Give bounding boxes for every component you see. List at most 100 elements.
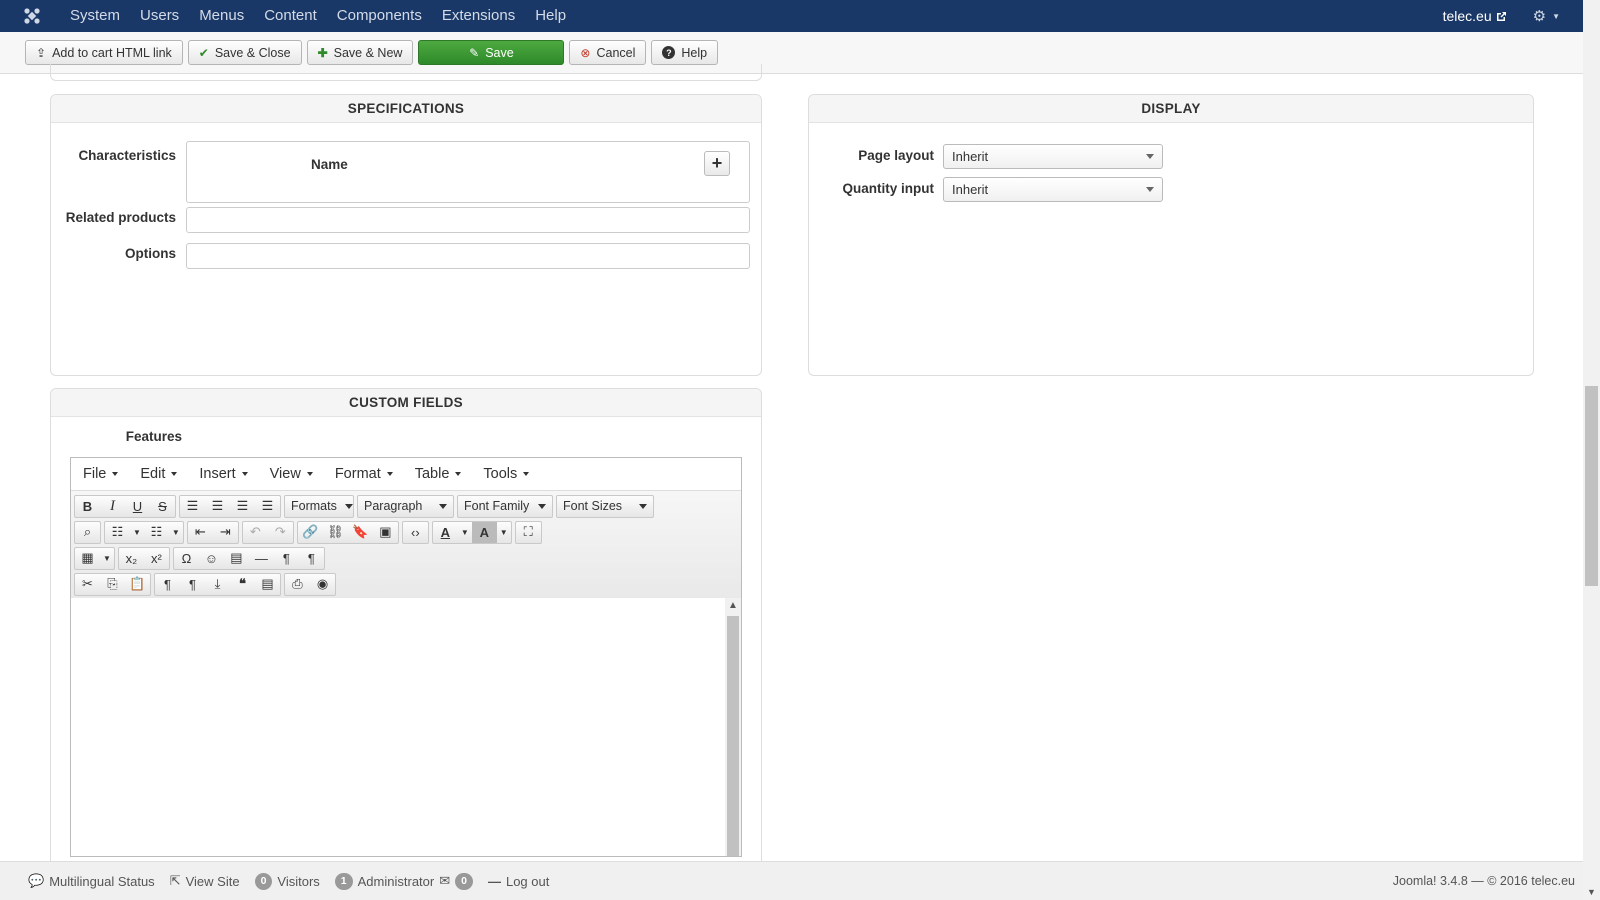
- strikethrough-icon[interactable]: S: [150, 496, 175, 517]
- anchor-icon[interactable]: ⤓: [205, 574, 230, 595]
- editor-menu-file[interactable]: File: [83, 466, 128, 482]
- envelope-icon[interactable]: ✉: [439, 873, 450, 889]
- bullet-list-caret-icon[interactable]: ▼: [130, 522, 144, 543]
- editor-menu-table[interactable]: Table: [415, 466, 472, 482]
- help-button[interactable]: ? Help: [651, 40, 719, 65]
- save-close-button[interactable]: ✔ Save & Close: [187, 40, 302, 65]
- numbered-list-icon[interactable]: ☷: [144, 522, 169, 543]
- user-menu[interactable]: ⚙ ▼: [1533, 7, 1560, 25]
- color-group: A ▼ A ▼: [431, 520, 512, 544]
- related-products-input[interactable]: [186, 207, 750, 233]
- rtl-icon[interactable]: ¶: [299, 548, 324, 569]
- outdent-icon[interactable]: ⇤: [188, 522, 213, 543]
- editor-menu-tools-label: Tools: [483, 466, 518, 482]
- redo-icon[interactable]: ↷: [268, 522, 293, 543]
- align-center-icon[interactable]: ☰: [205, 496, 230, 517]
- indent-icon[interactable]: ⇥: [213, 522, 238, 543]
- caret-down-icon: [439, 503, 447, 509]
- page-layout-select[interactable]: Inherit: [943, 144, 1163, 169]
- menu-users[interactable]: Users: [130, 0, 189, 32]
- background-color-caret-icon[interactable]: ▼: [497, 522, 511, 543]
- page-scroll-thumb[interactable]: [1585, 386, 1598, 586]
- numbered-list-caret-icon[interactable]: ▼: [169, 522, 183, 543]
- media-icon[interactable]: ▤: [224, 548, 249, 569]
- add-to-cart-link-button[interactable]: ⇪ Add to cart HTML link: [25, 40, 183, 65]
- text-color-icon[interactable]: A: [433, 522, 458, 543]
- image-icon[interactable]: ▣: [373, 522, 398, 543]
- font-family-dropdown[interactable]: Font Family: [457, 494, 553, 518]
- preview-icon[interactable]: ◉: [310, 574, 335, 595]
- menu-system[interactable]: System: [60, 0, 130, 32]
- list-group: ☷ ▼ ☷ ▼: [104, 520, 184, 544]
- editor-menu-tools[interactable]: Tools: [483, 466, 539, 482]
- special-character-icon[interactable]: Ω: [174, 548, 199, 569]
- view-site-link[interactable]: ⇱ View Site: [170, 873, 240, 889]
- table-caret-icon[interactable]: ▼: [100, 548, 114, 569]
- paragraph-dropdown[interactable]: Paragraph: [357, 494, 454, 518]
- template-icon[interactable]: ▤: [255, 574, 280, 595]
- ltr-icon[interactable]: ¶: [274, 548, 299, 569]
- underline-icon[interactable]: U: [125, 496, 150, 517]
- show-blocks-icon[interactable]: ¶: [155, 574, 180, 595]
- subscript-icon[interactable]: x₂: [119, 548, 144, 569]
- menu-menus[interactable]: Menus: [189, 0, 254, 32]
- align-justify-icon[interactable]: ☰: [255, 496, 280, 517]
- menu-components[interactable]: Components: [327, 0, 432, 32]
- editor-toolbars: B I U S ☰ ☰ ☰ ☰ Formats Paragraph Font F…: [71, 491, 741, 600]
- editor-menu-view[interactable]: View: [270, 466, 323, 482]
- editor-menu-format[interactable]: Format: [335, 466, 403, 482]
- bullet-list-icon[interactable]: ☷: [105, 522, 130, 543]
- menu-extensions[interactable]: Extensions: [432, 0, 525, 32]
- code-group: ‹›: [401, 520, 429, 544]
- superscript-icon[interactable]: x²: [144, 548, 169, 569]
- text-color-caret-icon[interactable]: ▼: [458, 522, 472, 543]
- logout-link[interactable]: — Log out: [488, 874, 549, 889]
- copy-icon[interactable]: ⎘: [100, 574, 125, 595]
- bold-icon[interactable]: B: [75, 496, 100, 517]
- code-icon[interactable]: ‹›: [403, 522, 428, 543]
- scroll-down-icon[interactable]: ▼: [1583, 887, 1600, 897]
- fullscreen-icon[interactable]: ⛶: [516, 522, 541, 543]
- editor-scroll-thumb[interactable]: [727, 616, 739, 856]
- page-scrollbar[interactable]: ▼: [1583, 0, 1600, 900]
- save-button[interactable]: ✎ Save: [418, 40, 565, 65]
- font-sizes-dropdown[interactable]: Font Sizes: [556, 494, 654, 518]
- align-left-icon[interactable]: ☰: [180, 496, 205, 517]
- menu-help[interactable]: Help: [525, 0, 576, 32]
- print-icon[interactable]: ⎙: [285, 574, 310, 595]
- logout-label: Log out: [505, 873, 550, 889]
- show-invisible-icon[interactable]: ¶: [180, 574, 205, 595]
- options-input[interactable]: [186, 243, 750, 269]
- add-characteristic-button[interactable]: +: [704, 151, 730, 176]
- editor-menu-edit[interactable]: Edit: [140, 466, 187, 482]
- site-link[interactable]: telec.eu: [1443, 8, 1507, 24]
- editor-scrollbar[interactable]: ▲: [725, 598, 741, 856]
- table-icon[interactable]: ▦: [75, 548, 100, 569]
- multilingual-status-link[interactable]: 💬 Multilingual Status: [28, 873, 155, 889]
- save-new-button[interactable]: ✚ Save & New: [306, 40, 414, 65]
- italic-icon[interactable]: I: [100, 496, 125, 517]
- quantity-input-label: Quantity input: [842, 181, 935, 196]
- cut-icon[interactable]: ✂: [75, 574, 100, 595]
- joomla-logo-icon[interactable]: [16, 0, 48, 32]
- undo-icon[interactable]: ↶: [243, 522, 268, 543]
- find-replace-icon[interactable]: ⌕: [75, 522, 100, 543]
- scroll-up-icon[interactable]: ▲: [725, 600, 741, 611]
- blockquote-icon[interactable]: ❝: [230, 574, 255, 595]
- background-color-icon[interactable]: A: [471, 521, 497, 543]
- cancel-button[interactable]: ⊗ Cancel: [569, 40, 647, 65]
- unlink-icon[interactable]: ⛓: [323, 522, 348, 543]
- horizontal-rule-icon[interactable]: —: [249, 548, 274, 569]
- formats-dropdown[interactable]: Formats: [284, 494, 354, 518]
- menu-content[interactable]: Content: [254, 0, 327, 32]
- emoticons-icon[interactable]: ☺: [199, 548, 224, 569]
- link-icon[interactable]: 🔗: [298, 522, 323, 543]
- quantity-input-select[interactable]: Inherit: [943, 177, 1163, 202]
- align-right-icon[interactable]: ☰: [230, 496, 255, 517]
- editor-menu-insert[interactable]: Insert: [199, 466, 257, 482]
- paste-icon[interactable]: 📋: [125, 574, 150, 595]
- editor-content-area[interactable]: ▲: [71, 598, 741, 856]
- bookmark-icon[interactable]: 🔖: [348, 522, 373, 543]
- font-family-label: Font Family: [464, 499, 530, 513]
- top-navbar: System Users Menus Content Components Ex…: [0, 0, 1600, 32]
